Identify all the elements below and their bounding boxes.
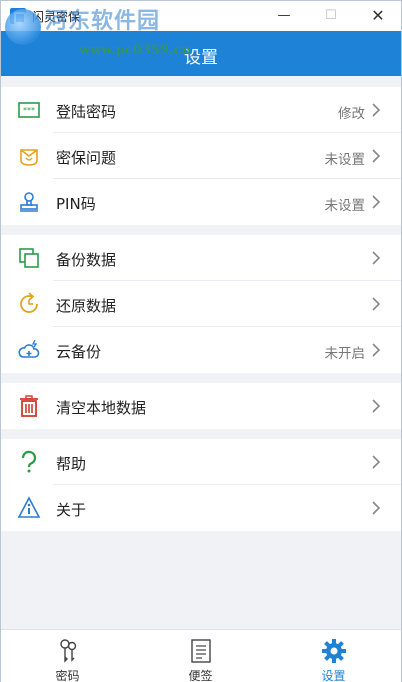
row-label: 备份数据 (56, 251, 117, 269)
pin-stamp-icon (20, 192, 38, 212)
tab-label: 密码 (55, 669, 80, 682)
security-question-icon (20, 149, 38, 166)
chevron-right-icon (372, 149, 381, 163)
tab-passwords[interactable]: 密码 (1, 630, 134, 682)
chevron-right-icon (372, 251, 381, 265)
cloud-backup-icon (18, 339, 40, 358)
trash-icon (20, 395, 38, 417)
row-label: PIN码 (56, 195, 96, 213)
svg-text:***: *** (23, 106, 35, 115)
row-value: 未设置 (324, 152, 366, 168)
close-button[interactable]: ✕ (355, 1, 401, 31)
row-label: 云备份 (56, 343, 102, 361)
chevron-right-icon (372, 297, 381, 311)
settings-row-about[interactable]: 关于 (1, 485, 401, 531)
chevron-right-icon (372, 103, 381, 117)
page-header: 设置 (1, 31, 401, 76)
about-icon (17, 496, 41, 518)
row-label: 还原数据 (56, 297, 117, 315)
settings-row-restore[interactable]: 还原数据 (1, 281, 401, 327)
row-label: 帮助 (56, 455, 87, 473)
note-icon (191, 639, 211, 663)
settings-group-info: 帮助 关于 (1, 439, 401, 531)
settings-row-help[interactable]: 帮助 (1, 439, 401, 485)
gear-icon (322, 639, 346, 663)
tab-notes[interactable]: 便签 (134, 630, 267, 682)
chevron-right-icon (372, 195, 381, 209)
settings-row-clear-local-data[interactable]: 清空本地数据 (1, 383, 401, 429)
chevron-right-icon (372, 501, 381, 515)
settings-row-security-question[interactable]: 密保问题 未设置 (1, 133, 401, 179)
row-label: 密保问题 (56, 149, 117, 167)
help-icon (21, 450, 37, 473)
minimize-button[interactable]: — (261, 1, 307, 31)
chevron-right-icon (372, 399, 381, 413)
app-window: 闪灵密保 — ☐ ✕ 设置 河东软件园 www.pc0359.cn *** 登陆… (0, 0, 402, 682)
tab-label: 便签 (188, 669, 213, 682)
maximize-button[interactable]: ☐ (308, 1, 354, 31)
row-value: 修改 (338, 106, 365, 122)
settings-row-backup[interactable]: 备份数据 (1, 235, 401, 281)
row-label: 清空本地数据 (56, 399, 147, 417)
chevron-right-icon (372, 455, 381, 469)
settings-row-cloud-backup[interactable]: 云备份 未开启 (1, 327, 401, 373)
tab-settings[interactable]: 设置 (267, 630, 400, 682)
settings-group-data: 备份数据 还原数据 云备份 未开启 (1, 235, 401, 373)
restore-icon (20, 292, 38, 313)
watermark-logo-icon (5, 9, 41, 45)
watermark-text: 河东软件园 (45, 8, 161, 34)
page-title: 设置 (184, 48, 218, 68)
row-value: 未设置 (324, 198, 366, 214)
keys-icon (60, 639, 77, 663)
backup-icon (19, 248, 39, 268)
watermark-url: www.pc0359.cn (79, 43, 191, 58)
row-label: 关于 (56, 501, 87, 519)
tab-label: 设置 (321, 669, 346, 682)
bottom-tab-bar: 密码 便签 设置 (1, 629, 401, 682)
settings-group-account: *** 登陆密码 修改 密保问题 未设置 PIN码 未设置 (1, 87, 401, 225)
settings-row-login-password[interactable]: *** 登陆密码 修改 (1, 87, 401, 133)
row-value: 未开启 (324, 346, 366, 362)
settings-group-clear: 清空本地数据 (1, 383, 401, 429)
settings-row-pin[interactable]: PIN码 未设置 (1, 179, 401, 225)
row-label: 登陆密码 (56, 103, 117, 121)
chevron-right-icon (372, 343, 381, 357)
password-icon: *** (18, 102, 40, 118)
